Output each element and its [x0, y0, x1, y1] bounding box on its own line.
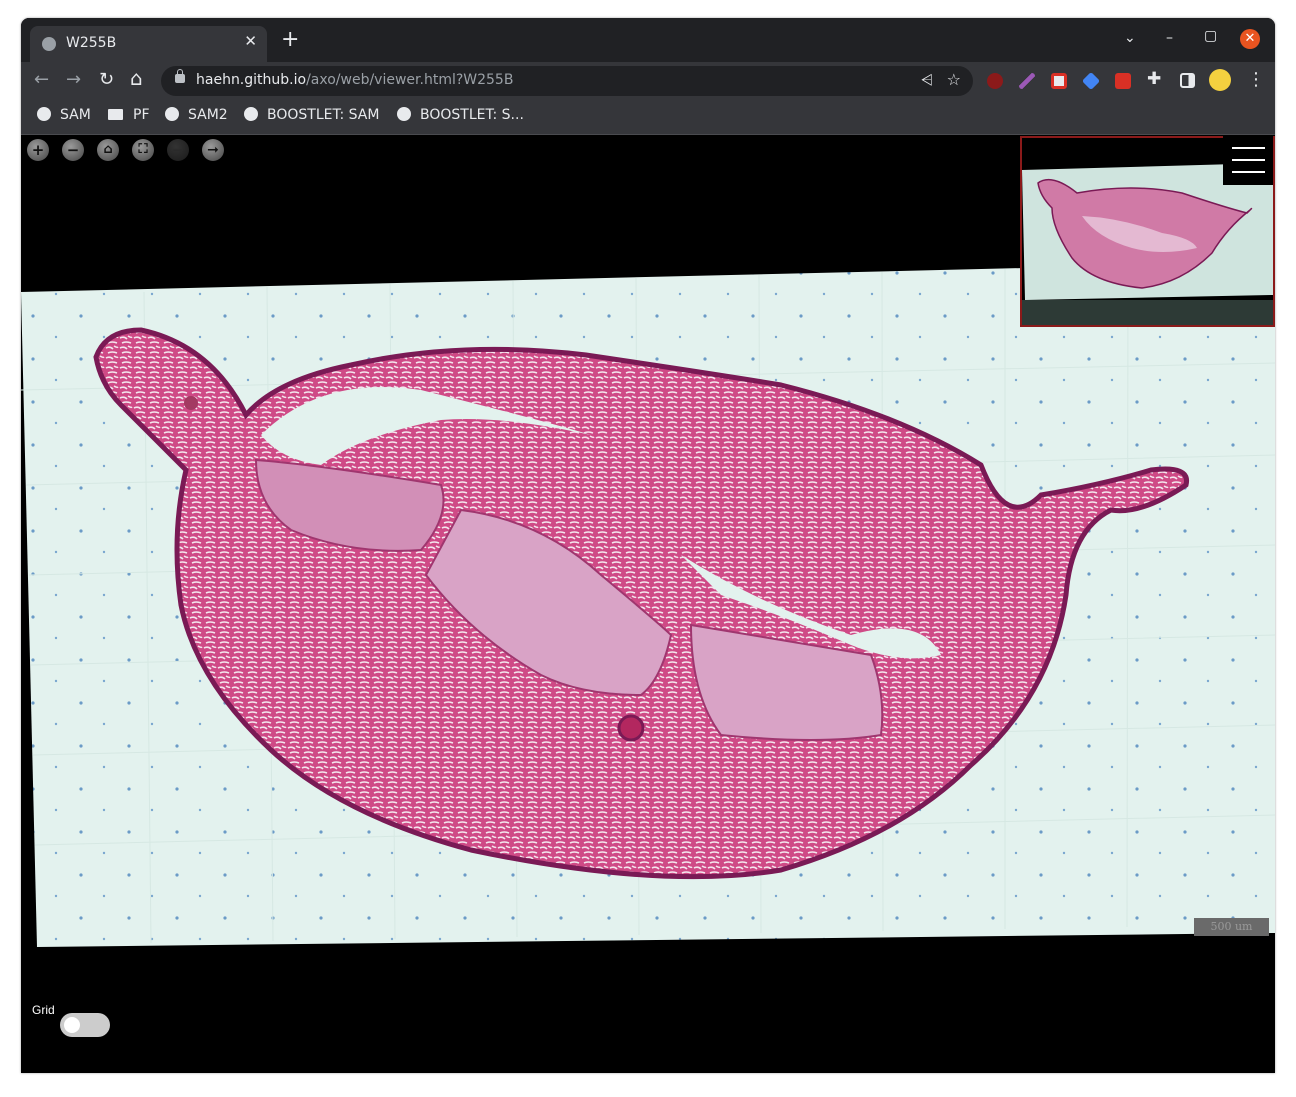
tab-strip: W255B ✕ + ⌄ – ▢ ✕ — [21, 18, 1275, 62]
globe-icon — [165, 107, 179, 121]
feather-extension-icon[interactable] — [1019, 73, 1035, 89]
home-button[interactable]: ⌂ — [130, 68, 143, 88]
address-bar[interactable]: haehn.github.io/axo/web/viewer.html?W255… — [161, 66, 973, 96]
shield-extension-icon[interactable] — [1051, 73, 1067, 89]
menu-line — [1232, 147, 1265, 149]
image-viewer[interactable]: + − ⌂ ⛶ − ➞ 500 um Grid — [21, 135, 1275, 1073]
vessel-small — [184, 396, 198, 410]
bookmark-label: PF — [133, 107, 150, 123]
home-view-button[interactable]: ⌂ — [97, 139, 119, 161]
bookmark-sam[interactable]: SAM — [37, 107, 91, 123]
forward-button[interactable]: → — [66, 70, 81, 90]
fullpage-button[interactable]: ⛶ — [132, 139, 154, 161]
globe-icon — [397, 107, 411, 121]
vessel — [617, 714, 645, 742]
extensions-puzzle-icon[interactable]: ✚ — [1147, 69, 1161, 89]
browser-menu-icon[interactable]: ⋮ — [1247, 70, 1265, 90]
globe-icon — [42, 37, 56, 51]
browser-toolbar: ← → ↻ ⌂ haehn.github.io/axo/web/viewer.h… — [21, 62, 1275, 100]
tab-w255b[interactable]: W255B ✕ — [30, 26, 267, 62]
tab-close-icon[interactable]: ✕ — [244, 32, 257, 50]
lock-icon[interactable] — [175, 69, 185, 83]
browser-window: W255B ✕ + ⌄ – ▢ ✕ ← → ↻ ⌂ haehn.github.i… — [21, 18, 1275, 1073]
grid-label: Grid — [32, 1003, 55, 1017]
tab-title: W255B — [66, 35, 117, 51]
tab-search-button[interactable]: ⌄ — [1124, 30, 1136, 46]
hamburger-menu-button[interactable] — [1223, 135, 1273, 185]
bookmark-label: BOOSTLET: S... — [420, 107, 524, 123]
bookmark-star-icon[interactable]: ☆ — [947, 70, 961, 89]
url-host: haehn.github.io — [196, 72, 307, 88]
window-close-button[interactable]: ✕ — [1240, 29, 1260, 49]
bookmarks-bar: SAM PF SAM2 BOOSTLET: SAM BOOSTLET: S... — [21, 100, 1275, 135]
bookmark-pf[interactable]: PF — [108, 107, 150, 123]
reload-button[interactable]: ↻ — [99, 70, 114, 90]
bookmark-boostlet-s[interactable]: BOOSTLET: S... — [397, 107, 524, 123]
zoom-out-button[interactable]: − — [62, 139, 84, 161]
bookmark-label: SAM2 — [188, 107, 228, 123]
bookmark-label: SAM — [60, 107, 91, 123]
ublock-extension-icon[interactable] — [987, 73, 1003, 89]
new-tab-button[interactable]: + — [281, 29, 299, 51]
profile-avatar[interactable] — [1209, 69, 1231, 91]
back-button[interactable]: ← — [34, 70, 49, 90]
bookmark-label: BOOSTLET: SAM — [267, 107, 380, 123]
globe-icon — [37, 107, 51, 121]
menu-line — [1232, 159, 1265, 161]
maximize-button[interactable]: ▢ — [1204, 28, 1217, 44]
dots-extension-icon[interactable] — [1115, 73, 1131, 89]
menu-line — [1232, 171, 1265, 173]
minimize-button[interactable]: – — [1166, 30, 1173, 46]
toggle-knob — [64, 1017, 80, 1033]
zoom-in-button[interactable]: + — [27, 139, 49, 161]
folder-icon — [108, 109, 123, 120]
globe-icon — [244, 107, 258, 121]
bookmark-sam2[interactable]: SAM2 — [165, 107, 228, 123]
side-panel-icon[interactable] — [1180, 73, 1195, 88]
url-path: /axo/web/viewer.html?W255B — [306, 72, 514, 88]
grid-toggle[interactable] — [60, 1013, 110, 1037]
share-icon[interactable]: ⩤ — [921, 71, 933, 89]
scale-bar: 500 um — [1194, 918, 1269, 936]
previous-page-button[interactable]: − — [167, 139, 189, 161]
bookmark-boostlet-sam[interactable]: BOOSTLET: SAM — [244, 107, 379, 123]
next-page-button[interactable]: ➞ — [202, 139, 224, 161]
url-text: haehn.github.io/axo/web/viewer.html?W255… — [196, 72, 513, 88]
diamond-extension-icon[interactable] — [1081, 71, 1101, 91]
